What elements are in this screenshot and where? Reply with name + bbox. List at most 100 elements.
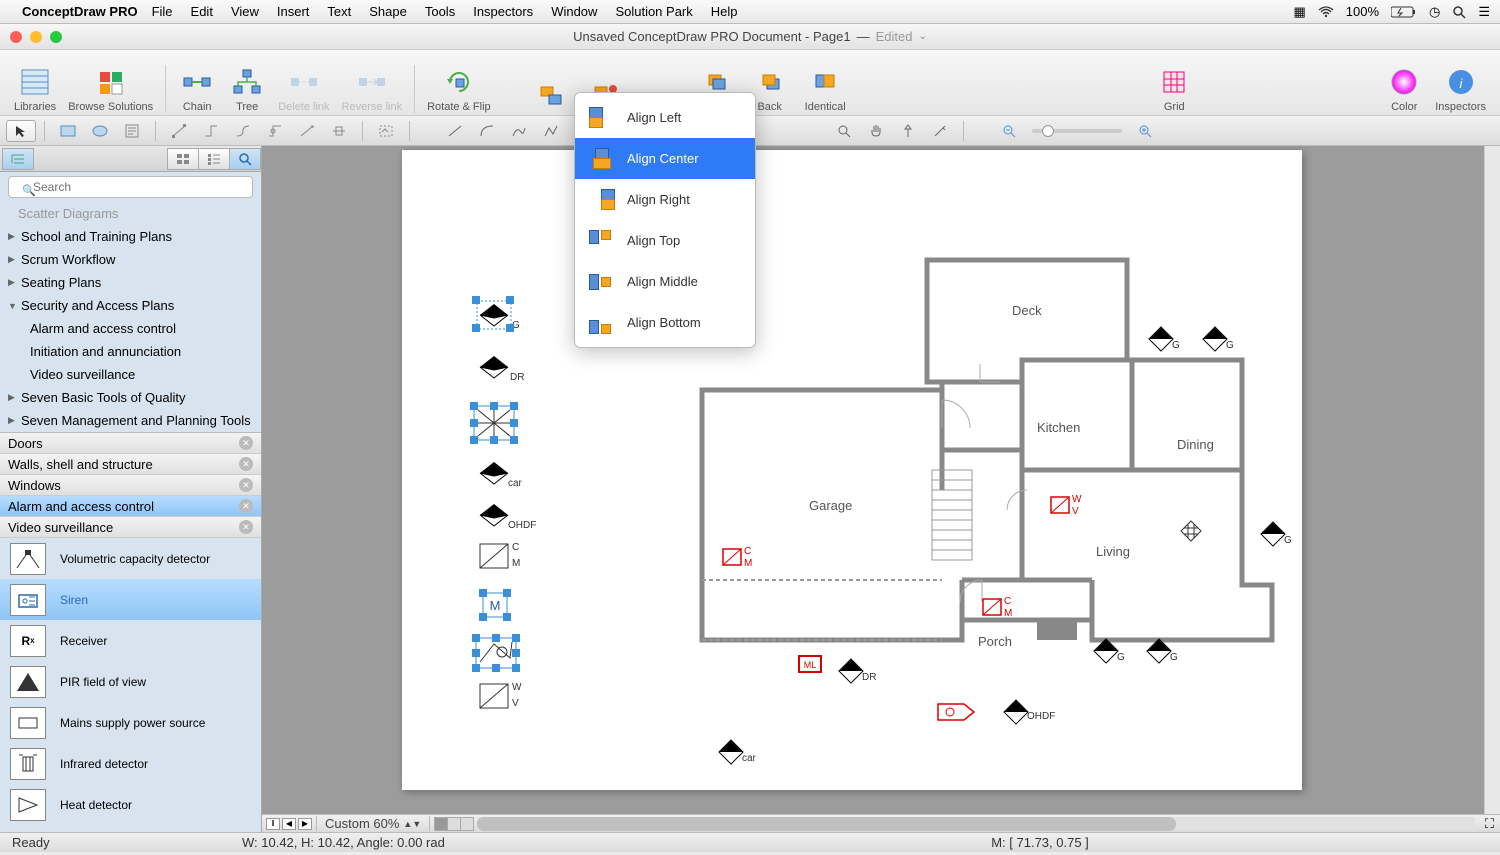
tree-item-security[interactable]: ▼Security and Access Plans	[0, 294, 261, 317]
tree-item[interactable]: ▶Seven Management and Planning Tools	[0, 409, 261, 432]
align-top[interactable]: Align Top	[575, 220, 755, 261]
detector-symbol[interactable]: G	[1152, 330, 1170, 351]
eyedropper-tool[interactable]	[925, 120, 955, 142]
conn1[interactable]	[164, 120, 194, 142]
close-icon[interactable]: ✕	[239, 499, 253, 513]
tree-item[interactable]: ▶Seven Basic Tools of Quality	[0, 386, 261, 409]
motion-symbol[interactable]: CM	[982, 598, 1002, 616]
ml-symbol[interactable]: ML	[798, 655, 822, 673]
shape-pir[interactable]: PIR field of view	[0, 661, 261, 702]
close-icon[interactable]: ✕	[239, 478, 253, 492]
detector-symbol[interactable]: DR	[842, 662, 860, 683]
align-center[interactable]: Align Center	[575, 138, 755, 179]
detector-symbol[interactable]: OHDF	[1007, 703, 1025, 724]
ellipse-tool[interactable]	[85, 120, 115, 142]
chain-button[interactable]: Chain	[172, 65, 222, 113]
tree-subitem[interactable]: Initiation and annunciation	[0, 340, 261, 363]
color-button[interactable]: Color	[1379, 65, 1429, 113]
sidebar-tab-search[interactable]	[229, 148, 261, 170]
page-tabs[interactable]	[434, 817, 473, 831]
tree-item[interactable]: ▶Seating Plans	[0, 271, 261, 294]
lib-doors[interactable]: Doors✕	[0, 433, 261, 454]
browse-solutions-button[interactable]: Browse Solutions	[62, 65, 159, 113]
align-middle[interactable]: Align Middle	[575, 261, 755, 302]
control-center-icon[interactable]: ▦	[1293, 4, 1305, 20]
title-chevron-icon[interactable]: ⌄	[918, 31, 926, 42]
detector-symbol[interactable]: G	[1150, 642, 1168, 663]
zoom-out[interactable]	[994, 120, 1024, 142]
lib-video[interactable]: Video surveillance✕	[0, 517, 261, 538]
tree-item[interactable]: ▶Scrum Workflow	[0, 248, 261, 271]
pointer-tool[interactable]	[6, 120, 36, 142]
inspectors-button[interactable]: iInspectors	[1429, 65, 1492, 113]
menu-inspectors[interactable]: Inspectors	[473, 4, 533, 19]
expand-icon[interactable]: ⛶	[1479, 816, 1500, 832]
horizontal-scrollbar[interactable]	[477, 817, 1475, 831]
shape-volumetric[interactable]: Volumetric capacity detector	[0, 538, 261, 579]
zoom-slider[interactable]	[1032, 129, 1122, 133]
lib-walls[interactable]: Walls, shell and structure✕	[0, 454, 261, 475]
canvas-area[interactable]: Deck Kitchen Dining Garage Living Porch …	[262, 146, 1500, 832]
drawing-canvas[interactable]: Deck Kitchen Dining Garage Living Porch …	[402, 150, 1302, 790]
conn3[interactable]	[228, 120, 258, 142]
menu-icon[interactable]: ☰	[1478, 4, 1490, 20]
conn6[interactable]	[324, 120, 354, 142]
lib-windows[interactable]: Windows✕	[0, 475, 261, 496]
detector-symbol[interactable]: car	[722, 743, 740, 764]
close-icon[interactable]: ✕	[239, 520, 253, 534]
menu-help[interactable]: Help	[711, 4, 738, 19]
sel-shape[interactable]	[470, 402, 518, 444]
align-left[interactable]: Align Left	[575, 97, 755, 138]
rect-tool[interactable]	[53, 120, 83, 142]
conn4[interactable]	[260, 120, 290, 142]
sel-shape[interactable]: DR	[474, 350, 514, 384]
tree-button[interactable]: Tree	[222, 65, 272, 113]
menu-shape[interactable]: Shape	[369, 4, 407, 19]
detector-symbol[interactable]: G	[1264, 525, 1282, 546]
text-tool[interactable]	[117, 120, 147, 142]
zoom-tool[interactable]	[829, 120, 859, 142]
spotlight-icon[interactable]	[1452, 5, 1466, 19]
menu-window[interactable]: Window	[551, 4, 597, 19]
wv-symbol[interactable]: WV	[1050, 496, 1070, 514]
vertical-scrollbar[interactable]	[1484, 146, 1500, 816]
page-nav[interactable]: ‖◀▶	[262, 818, 316, 830]
grid-button[interactable]: Grid	[1149, 65, 1199, 113]
sidebar-tab-tree[interactable]	[2, 148, 34, 170]
sel-shape[interactable]: OHDF	[474, 498, 514, 532]
pan-tool[interactable]	[861, 120, 891, 142]
align-button-1[interactable]	[527, 79, 577, 113]
arc-tool[interactable]	[472, 120, 502, 142]
motion-symbol[interactable]: CM	[722, 548, 742, 566]
stamp-tool[interactable]	[371, 120, 401, 142]
line-tool[interactable]	[440, 120, 470, 142]
tree-subitem[interactable]: Video surveillance	[0, 363, 261, 386]
glassbreak-symbol[interactable]	[1180, 520, 1202, 542]
sidebar-tab-grid[interactable]	[167, 148, 199, 170]
battery-icon[interactable]	[1391, 6, 1417, 18]
curve-tool[interactable]	[504, 120, 534, 142]
crop-tool[interactable]	[893, 120, 923, 142]
shape-ir[interactable]: Infrared detector	[0, 743, 261, 784]
menu-view[interactable]: View	[231, 4, 259, 19]
align-right[interactable]: Align Right	[575, 179, 755, 220]
detector-symbol[interactable]: G	[1206, 330, 1224, 351]
sel-shape[interactable]: M	[480, 590, 510, 620]
conn2[interactable]	[196, 120, 226, 142]
menu-text[interactable]: Text	[327, 4, 351, 19]
traffic-lights[interactable]	[10, 31, 62, 43]
shape-heat[interactable]: Heat detector	[0, 784, 261, 825]
sel-shape[interactable]: car	[474, 456, 514, 490]
close-icon[interactable]: ✕	[239, 436, 253, 450]
menu-insert[interactable]: Insert	[277, 4, 310, 19]
lib-alarm[interactable]: Alarm and access control✕	[0, 496, 261, 517]
menu-solutionpark[interactable]: Solution Park	[615, 4, 692, 19]
shape-receiver[interactable]: RxReceiver	[0, 620, 261, 661]
zoom-in[interactable]	[1130, 120, 1160, 142]
tree-item[interactable]: ▶School and Training Plans	[0, 225, 261, 248]
zoom-display[interactable]: Custom 60%▲▼	[316, 816, 430, 831]
tree-subitem[interactable]: Alarm and access control	[0, 317, 261, 340]
app-name[interactable]: ConceptDraw PRO	[22, 4, 138, 19]
sel-shape[interactable]: G	[474, 298, 514, 332]
sel-shape[interactable]: CM	[478, 542, 510, 570]
